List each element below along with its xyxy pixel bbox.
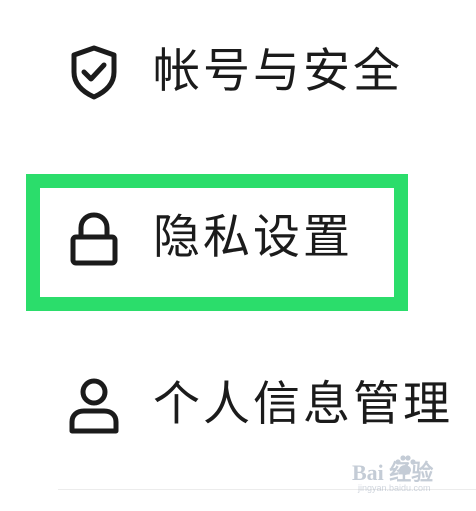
- baidu-jingyan-watermark: Bai 经验 jingyan.baidu.com: [352, 455, 472, 503]
- menu-item-label: 隐私设置: [153, 210, 353, 265]
- menu-item-label: 个人信息管理: [153, 377, 453, 432]
- menu-item-privacy-settings[interactable]: 隐私设置: [0, 198, 476, 278]
- menu-item-account-security[interactable]: 帐号与安全: [0, 30, 476, 110]
- shield-check-icon: [64, 42, 124, 102]
- watermark-brand: Bai 经验: [352, 460, 434, 485]
- paw-logo-icon: [395, 455, 416, 475]
- lock-icon: [64, 208, 124, 268]
- watermark-url: jingyan.baidu.com: [358, 483, 431, 493]
- divider: [58, 489, 476, 490]
- menu-item-personal-info[interactable]: 个人信息管理: [0, 364, 476, 444]
- person-icon: [64, 375, 124, 435]
- menu-item-label: 帐号与安全: [153, 44, 403, 99]
- settings-screen: 帐号与安全 隐私设置 个人信息管理 Bai 经验 jingyan.baidu.c…: [0, 0, 476, 511]
